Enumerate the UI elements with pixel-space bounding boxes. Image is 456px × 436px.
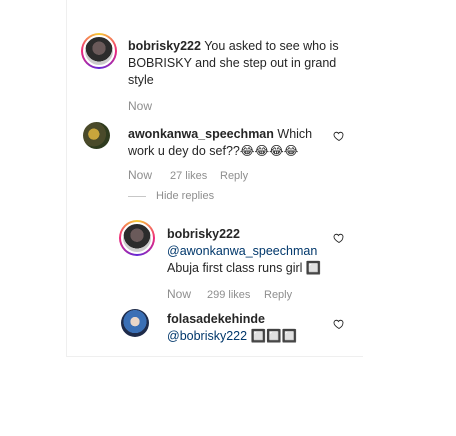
reply-text: 🔲🔲🔲 bbox=[250, 329, 298, 343]
likes-count[interactable]: 27 likes bbox=[170, 170, 207, 182]
divider-line bbox=[128, 195, 146, 197]
heart-icon[interactable] bbox=[333, 232, 345, 244]
reply-mention[interactable]: @bobrisky222 bbox=[167, 329, 247, 343]
comment-emojis: 😂😂😂😂 bbox=[239, 144, 299, 158]
avatar-awonkanwa-speechman[interactable] bbox=[83, 122, 110, 149]
reply-body: bobrisky222 @awonkanwa_speechman Abuja f… bbox=[167, 226, 337, 277]
reply-username[interactable]: bobrisky222 bbox=[167, 226, 337, 243]
hide-replies-label: Hide replies bbox=[156, 190, 215, 202]
avatar-bobrisky222[interactable] bbox=[119, 220, 155, 256]
hide-replies-button[interactable]: Hide replies bbox=[128, 190, 214, 202]
reply-button[interactable]: Reply bbox=[220, 170, 248, 182]
comment-username[interactable]: awonkanwa_speechman bbox=[128, 127, 274, 141]
reply-username[interactable]: folasadekehinde bbox=[167, 311, 337, 328]
avatar-bobrisky222[interactable] bbox=[81, 33, 117, 69]
reply-text: Abuja first class runs girl 🔲 bbox=[167, 261, 322, 275]
reply-body: folasadekehinde @bobrisky222 🔲🔲🔲 bbox=[167, 311, 337, 345]
comments-panel: bobrisky222 You asked to see who is BOBR… bbox=[66, 0, 363, 357]
comment-body: bobrisky222 You asked to see who is BOBR… bbox=[128, 38, 348, 89]
likes-count[interactable]: 299 likes bbox=[207, 289, 250, 301]
comment-username[interactable]: bobrisky222 bbox=[128, 39, 201, 53]
reply-button[interactable]: Reply bbox=[264, 289, 292, 301]
comment-body: awonkanwa_speechman Which work u dey do … bbox=[128, 126, 338, 160]
heart-icon[interactable] bbox=[333, 130, 345, 142]
comment-timestamp: Now bbox=[128, 168, 153, 182]
heart-icon[interactable] bbox=[333, 318, 345, 330]
comment-timestamp: Now bbox=[128, 99, 153, 113]
reply-timestamp: Now bbox=[167, 287, 192, 301]
reply-mention[interactable]: @awonkanwa_speechman bbox=[167, 243, 337, 260]
avatar-folasadekehinde[interactable] bbox=[121, 309, 149, 337]
